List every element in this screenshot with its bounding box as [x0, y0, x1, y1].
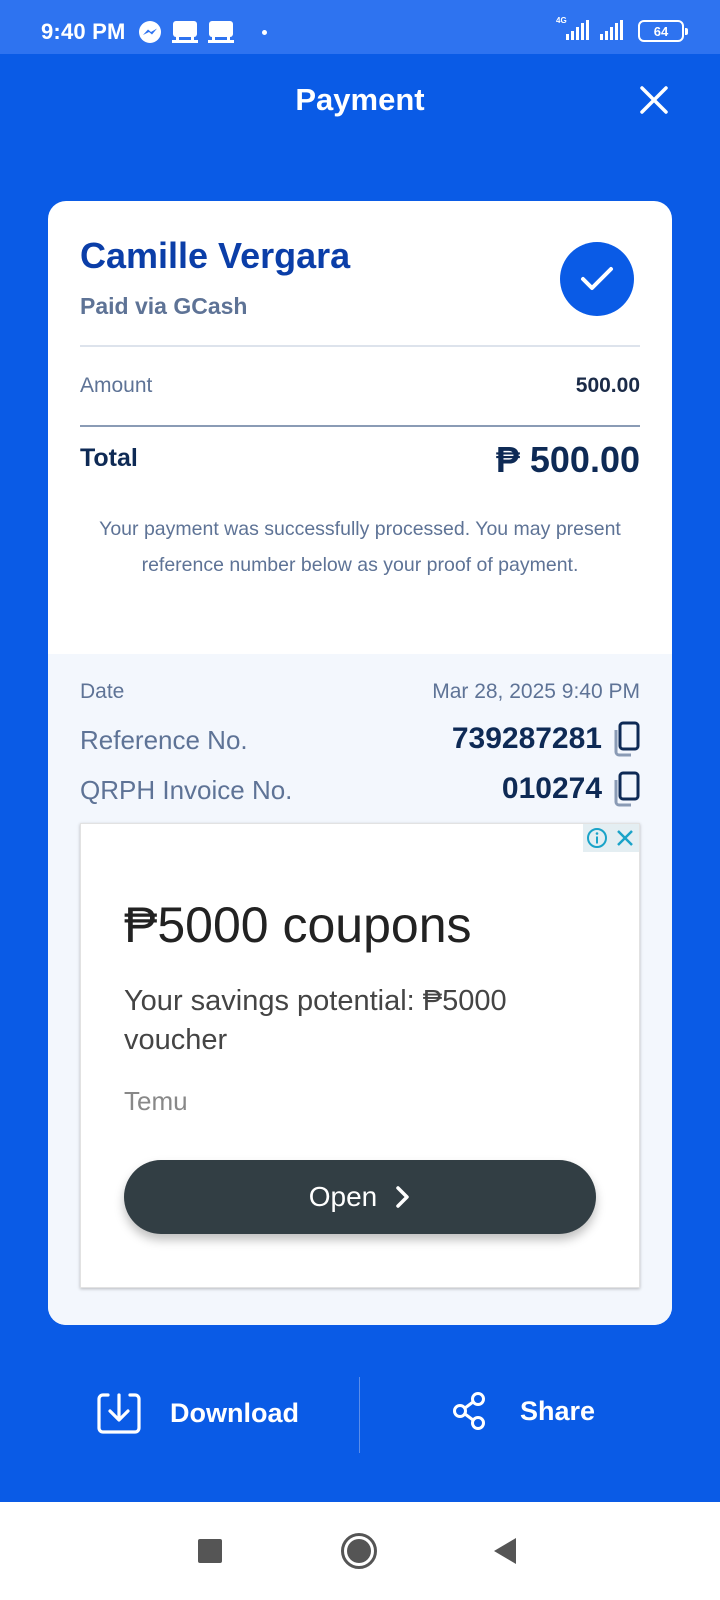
home-button[interactable]	[341, 1533, 377, 1569]
battery-icon: 64	[638, 20, 688, 42]
ad-open-label: Open	[308, 1181, 378, 1212]
ad-badges	[583, 824, 639, 852]
ad-close-button[interactable]	[611, 824, 639, 852]
date-label: Date	[80, 680, 125, 703]
info-icon	[587, 828, 607, 848]
back-button[interactable]	[494, 1538, 516, 1564]
signal-4g-icon: 4G	[556, 16, 590, 42]
share-icon	[453, 1392, 485, 1430]
system-nav-bar	[0, 1502, 720, 1600]
copy-icon[interactable]	[612, 771, 640, 807]
invoice-label: QRPH Invoice No.	[80, 775, 293, 805]
ad-description: Your savings potential: ₱5000 voucher	[124, 985, 507, 1056]
close-icon	[617, 830, 633, 846]
total-value: ₱ 500.00	[495, 439, 640, 480]
total-label: Total	[80, 444, 138, 472]
signal-icon	[600, 20, 623, 40]
reference-value: 739287281	[451, 722, 602, 755]
notification-icon	[172, 21, 198, 43]
copy-icon[interactable]	[612, 721, 640, 757]
status-time: 9:40 PM	[41, 19, 126, 44]
divider	[80, 345, 640, 347]
ad-banner[interactable]: ₱5000 coupons Your savings potential: ₱5…	[80, 823, 640, 1288]
notification-icon	[208, 21, 234, 43]
check-icon	[581, 267, 613, 290]
status-bar: 9:40 PM 4G 64	[0, 0, 720, 54]
more-notifications-dot	[262, 29, 267, 35]
share-label: Share	[520, 1395, 596, 1426]
download-icon	[97, 1393, 141, 1434]
ad-brand: Temu	[124, 1086, 188, 1116]
invoice-value: 010274	[501, 772, 602, 805]
status-notification-icons	[138, 20, 267, 44]
download-label: Download	[170, 1397, 299, 1428]
receipt-card: Camille Vergara Paid via GCash Amount 50…	[48, 201, 672, 1325]
amount-value: 500.00	[575, 374, 640, 397]
bottom-actions: Download Share	[0, 1377, 720, 1453]
close-icon[interactable]	[638, 84, 670, 116]
messenger-icon	[139, 21, 161, 43]
download-button[interactable]: Download	[96, 1391, 299, 1435]
success-badge	[560, 242, 634, 316]
ad-title: ₱5000 coupons	[124, 897, 472, 953]
divider	[80, 425, 640, 427]
header: Payment	[0, 54, 720, 146]
reference-row: 739287281	[452, 721, 640, 757]
chevron-right-icon	[396, 1186, 409, 1208]
payment-method: Paid via GCash	[80, 293, 248, 319]
ad-open-button[interactable]: Open	[124, 1160, 596, 1234]
reference-label: Reference No.	[80, 725, 248, 755]
home-icon	[347, 1539, 371, 1563]
payee-name: Camille Vergara	[80, 235, 351, 276]
date-value: Mar 28, 2025 9:40 PM	[432, 680, 640, 703]
success-note: Your payment was successfully processed.…	[99, 518, 621, 576]
recent-apps-button[interactable]	[198, 1539, 222, 1563]
actions-divider	[359, 1377, 360, 1453]
share-button[interactable]: Share	[452, 1391, 595, 1431]
payment-details: Date Mar 28, 2025 9:40 PM Reference No. …	[48, 654, 672, 1325]
amount-label: Amount	[80, 374, 153, 397]
page-title: Payment	[295, 82, 425, 117]
invoice-row: 010274	[502, 771, 640, 807]
ad-info-button[interactable]	[583, 824, 611, 852]
status-system-icons: 4G 64	[556, 16, 688, 42]
